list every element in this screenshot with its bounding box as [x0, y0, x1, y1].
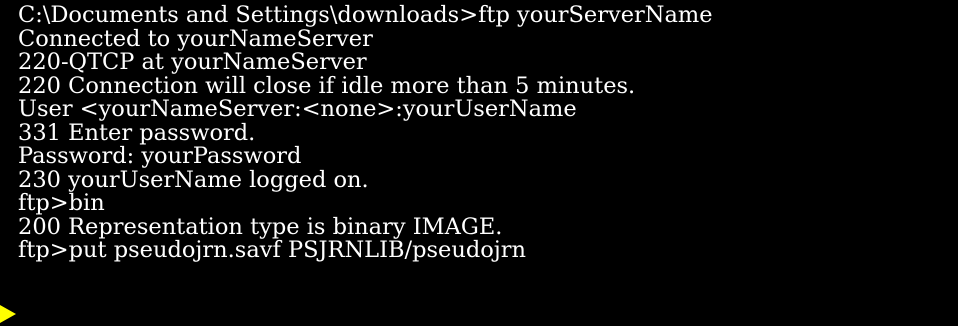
terminal-line-connected: Connected to yourNameServer: [18, 25, 373, 52]
terminal-line-representation-type: 200 Representation type is binary IMAGE.: [18, 213, 503, 240]
terminal-line-user-prompt: User <yourNameServer:<none>:yourUserName: [18, 96, 577, 122]
terminal-window: C:\Documents and Settings\downloads>ftp …: [0, 0, 958, 326]
terminal-line-bin-command: ftp>bin: [18, 190, 105, 216]
terminal-line-logged-on: 230 yourUserName logged on.: [18, 166, 369, 193]
terminal-line-enter-password: 331 Enter password.: [18, 119, 256, 146]
terminal-line-password: Password: yourPassword: [18, 143, 302, 169]
terminal-line-put-command[interactable]: ftp>put pseudojrn.savf PSJRNLIB/pseudojr…: [18, 238, 958, 263]
terminal-output: C:\Documents and Settings\downloads>ftp …: [18, 2, 958, 263]
terminal-line-idle-notice: 220 Connection will close if idle more t…: [18, 72, 636, 99]
terminal-line-qtcp: 220-QTCP at yourNameServer: [18, 49, 367, 75]
yellow-arrow-icon: [0, 305, 16, 323]
terminal-line-ftp-command: C:\Documents and Settings\downloads>ftp …: [18, 2, 713, 28]
